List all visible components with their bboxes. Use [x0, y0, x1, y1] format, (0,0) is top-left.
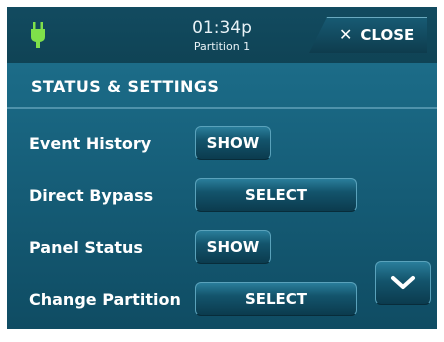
chevron-down-icon: [391, 276, 415, 289]
divider: [7, 107, 437, 109]
section-title: STATUS & SETTINGS: [31, 77, 220, 96]
status-settings-screen: 01:34p Partition 1 ✕ CLOSE STATUS & SETT…: [7, 7, 437, 329]
direct-bypass-select-button[interactable]: SELECT: [195, 178, 357, 212]
change-partition-select-button[interactable]: SELECT: [195, 282, 357, 316]
direct-bypass-label: Direct Bypass: [29, 186, 154, 205]
panel-status-show-button[interactable]: SHOW: [195, 230, 271, 264]
change-partition-label: Change Partition: [29, 290, 181, 309]
event-history-label: Event History: [29, 134, 152, 153]
panel-status-label: Panel Status: [29, 238, 143, 257]
close-button[interactable]: ✕ CLOSE: [309, 17, 427, 53]
top-bar: 01:34p Partition 1 ✕ CLOSE: [7, 7, 437, 63]
scroll-down-button[interactable]: [375, 261, 431, 305]
x-icon: ✕: [339, 25, 353, 44]
event-history-show-button[interactable]: SHOW: [195, 126, 271, 160]
close-label: CLOSE: [360, 25, 415, 44]
